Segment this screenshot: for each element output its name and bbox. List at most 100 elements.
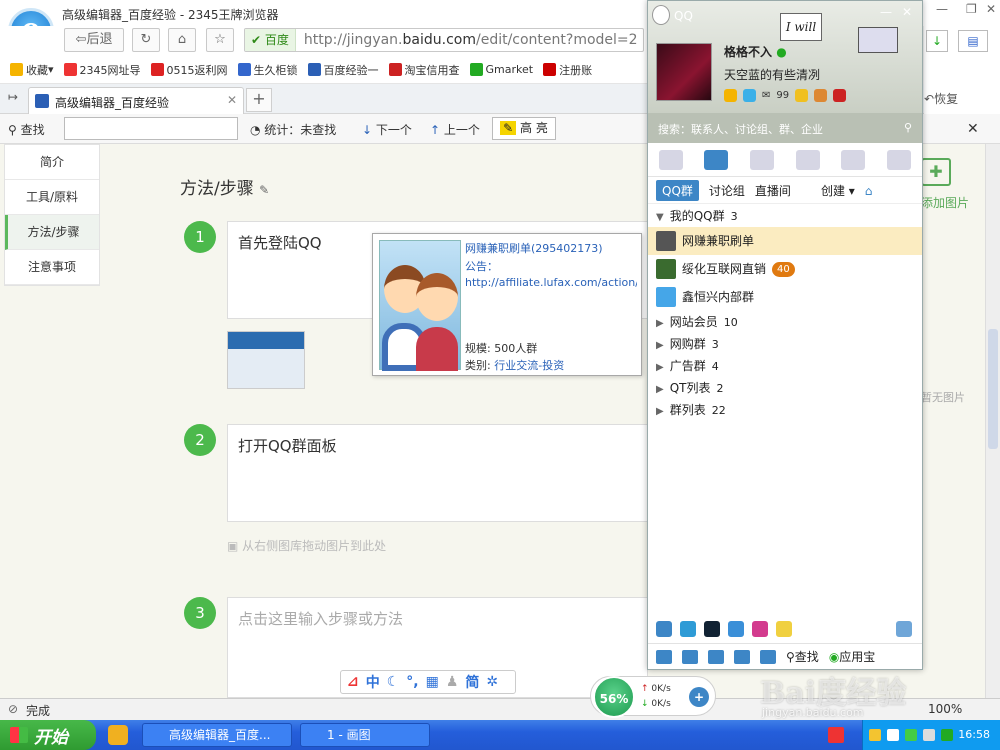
accelerate-icon[interactable]: + xyxy=(689,687,709,707)
shield-tray-icon[interactable] xyxy=(941,729,953,741)
group-folder[interactable]: ▶ 网购群 3 xyxy=(648,333,922,355)
note-icon[interactable] xyxy=(776,621,792,637)
close-tab-icon[interactable]: ✕ xyxy=(227,93,237,107)
qzone-icon[interactable] xyxy=(724,89,737,102)
group-name-link[interactable]: 网赚兼职刷单(295402173) xyxy=(465,240,603,256)
subtab-live[interactable]: 直播间 xyxy=(755,182,791,199)
tab-favorites-icon[interactable] xyxy=(750,149,775,170)
add-image-icon[interactable]: ✚ xyxy=(921,158,951,186)
group-item[interactable]: 网赚兼职刷单 xyxy=(648,227,922,255)
volume-tray-icon[interactable] xyxy=(923,729,935,741)
music-icon[interactable] xyxy=(833,89,847,102)
edit-pencil-icon[interactable]: ✎ xyxy=(259,183,269,197)
app-store-button[interactable]: ◉应用宝 xyxy=(829,648,876,665)
star-icon[interactable] xyxy=(760,649,776,664)
nav-item-intro[interactable]: 简介 xyxy=(5,145,99,180)
favorite-item[interactable]: 生久柜锁 xyxy=(237,62,298,78)
punctuation-icon[interactable]: °, xyxy=(406,674,418,690)
tab-discussions-icon[interactable] xyxy=(795,149,820,170)
start-button[interactable]: 开始 xyxy=(0,720,96,750)
download-icon[interactable]: ↓ xyxy=(926,30,948,52)
quicklaunch-icon[interactable] xyxy=(108,725,128,745)
ime-simplified-toggle[interactable]: 简 xyxy=(465,672,479,692)
favorite-item[interactable]: 2345网址导 xyxy=(63,62,141,78)
close-find-icon[interactable]: ✕ xyxy=(967,121,979,137)
notice-link[interactable]: http://affiliate.lufax.com/action/e.. xyxy=(465,276,637,289)
sidebar-toggle-icon[interactable]: ↦ xyxy=(8,90,18,104)
find-input[interactable] xyxy=(64,117,238,140)
tab-contacts-icon[interactable] xyxy=(658,149,683,170)
favorite-item[interactable]: 注册账 xyxy=(543,62,592,78)
tab-active[interactable]: 高级编辑器_百度经验 ✕ xyxy=(28,87,244,114)
qq-find-button[interactable]: ⚲查找 xyxy=(786,648,819,665)
keyboard-icon[interactable]: ▦ xyxy=(426,674,439,690)
shop-icon[interactable] xyxy=(752,621,768,637)
qq-browser-icon[interactable] xyxy=(656,621,672,637)
mail-icon[interactable]: ✉ xyxy=(762,90,770,101)
task-paint[interactable]: 1 - 画图 xyxy=(300,723,430,747)
user-avatar[interactable] xyxy=(656,43,712,101)
refresh-button[interactable]: ↻ xyxy=(132,28,160,52)
bookmark-star-button[interactable]: ☆ xyxy=(206,28,234,52)
subtab-discussion[interactable]: 讨论组 xyxy=(709,182,745,199)
category-link[interactable]: 行业交流-投资 xyxy=(494,359,564,372)
security-tray-icon[interactable] xyxy=(905,729,917,741)
url-field[interactable]: ✔ 百度 http://jingyan.baidu.com/edit/conte… xyxy=(244,28,644,52)
subtab-qq-group[interactable]: QQ群 xyxy=(656,180,699,201)
zoom-level[interactable]: 100% xyxy=(928,702,962,716)
maximize-icon[interactable]: ❐ xyxy=(966,2,977,16)
task-browser[interactable]: 高级编辑器_百度... xyxy=(142,723,292,747)
step-1-image-thumbnail[interactable] xyxy=(227,331,305,389)
favorite-item[interactable]: 0515返利网 xyxy=(150,62,228,78)
home-icon[interactable]: ⌂ xyxy=(865,184,873,198)
tab-phone-icon[interactable] xyxy=(887,149,912,170)
restore-tab-button[interactable]: ↶恢复 xyxy=(924,90,958,107)
group-folder[interactable]: ▶ 网站会员 10 xyxy=(648,311,922,333)
main-menu-icon[interactable] xyxy=(656,649,672,664)
moon-icon[interactable]: ☾ xyxy=(387,674,400,690)
scrollbar-thumb[interactable] xyxy=(988,329,998,449)
back-button[interactable]: ⇦后退 xyxy=(64,28,124,52)
close-window-icon[interactable]: ✕ xyxy=(986,2,996,16)
gear-icon[interactable]: ✲ xyxy=(486,674,498,690)
folder-icon[interactable] xyxy=(734,649,750,664)
settings-icon[interactable] xyxy=(682,649,698,664)
favorite-item[interactable]: Gmarket xyxy=(469,63,533,76)
tab-education-icon[interactable] xyxy=(841,149,866,170)
group-folder[interactable]: ▶ 广告群 4 xyxy=(648,355,922,377)
clock[interactable]: 16:58 xyxy=(958,728,990,741)
game-icon[interactable] xyxy=(814,89,828,102)
nav-item-tools[interactable]: 工具/原料 xyxy=(5,180,99,215)
close-icon[interactable]: ✕ xyxy=(902,5,912,19)
nav-item-steps[interactable]: 方法/步骤 xyxy=(5,215,99,250)
qq-tray-icon[interactable] xyxy=(869,729,881,741)
favorite-item[interactable]: 收藏 ▾ xyxy=(10,62,54,78)
memory-usage-ball[interactable]: 56% xyxy=(593,676,635,718)
app-grid-icon[interactable] xyxy=(896,621,912,637)
find-prev-button[interactable]: ↑ 上一个 xyxy=(430,121,480,138)
user-signature[interactable]: 天空蓝的有些清冽 xyxy=(724,66,820,83)
group-folder[interactable]: ▶ QT列表 2 xyxy=(648,377,922,399)
security-icon[interactable] xyxy=(728,621,744,637)
find-next-button[interactable]: ↓ 下一个 xyxy=(362,121,412,138)
home-button[interactable]: ⌂ xyxy=(168,28,196,52)
favorite-item[interactable]: 淘宝信用查 xyxy=(388,62,460,78)
qq-search-input[interactable]: 搜索：联系人、讨论组、群、企业 ⚲ xyxy=(648,113,922,143)
step-2-textbox[interactable]: 打开QQ群面板 xyxy=(227,424,648,522)
nav-item-notes[interactable]: 注意事项 xyxy=(5,250,99,285)
page-scrollbar[interactable] xyxy=(985,144,1000,698)
qq-mail-icon[interactable] xyxy=(680,621,696,637)
group-folder[interactable]: ▶ 群列表 22 xyxy=(648,399,922,421)
tools-icon[interactable]: ▤ xyxy=(958,30,988,52)
network-speed-widget[interactable]: 56% ↑ 0K/s ↓ 0K/s + xyxy=(590,676,716,718)
minimize-icon[interactable]: — xyxy=(880,5,892,19)
zone-icon[interactable] xyxy=(704,621,720,637)
minimize-icon[interactable]: — xyxy=(936,2,948,16)
volume-icon[interactable] xyxy=(708,649,724,664)
create-dropdown[interactable]: 创建 ▾ xyxy=(821,182,855,199)
ime-logo-icon[interactable]: ⊿ xyxy=(347,674,359,690)
group-item[interactable]: 鑫恒兴内部群 xyxy=(648,283,922,311)
tab-groups-icon[interactable] xyxy=(704,149,729,170)
network-icon[interactable] xyxy=(887,729,899,741)
highlight-button[interactable]: ✎ 高 亮 xyxy=(492,117,556,140)
